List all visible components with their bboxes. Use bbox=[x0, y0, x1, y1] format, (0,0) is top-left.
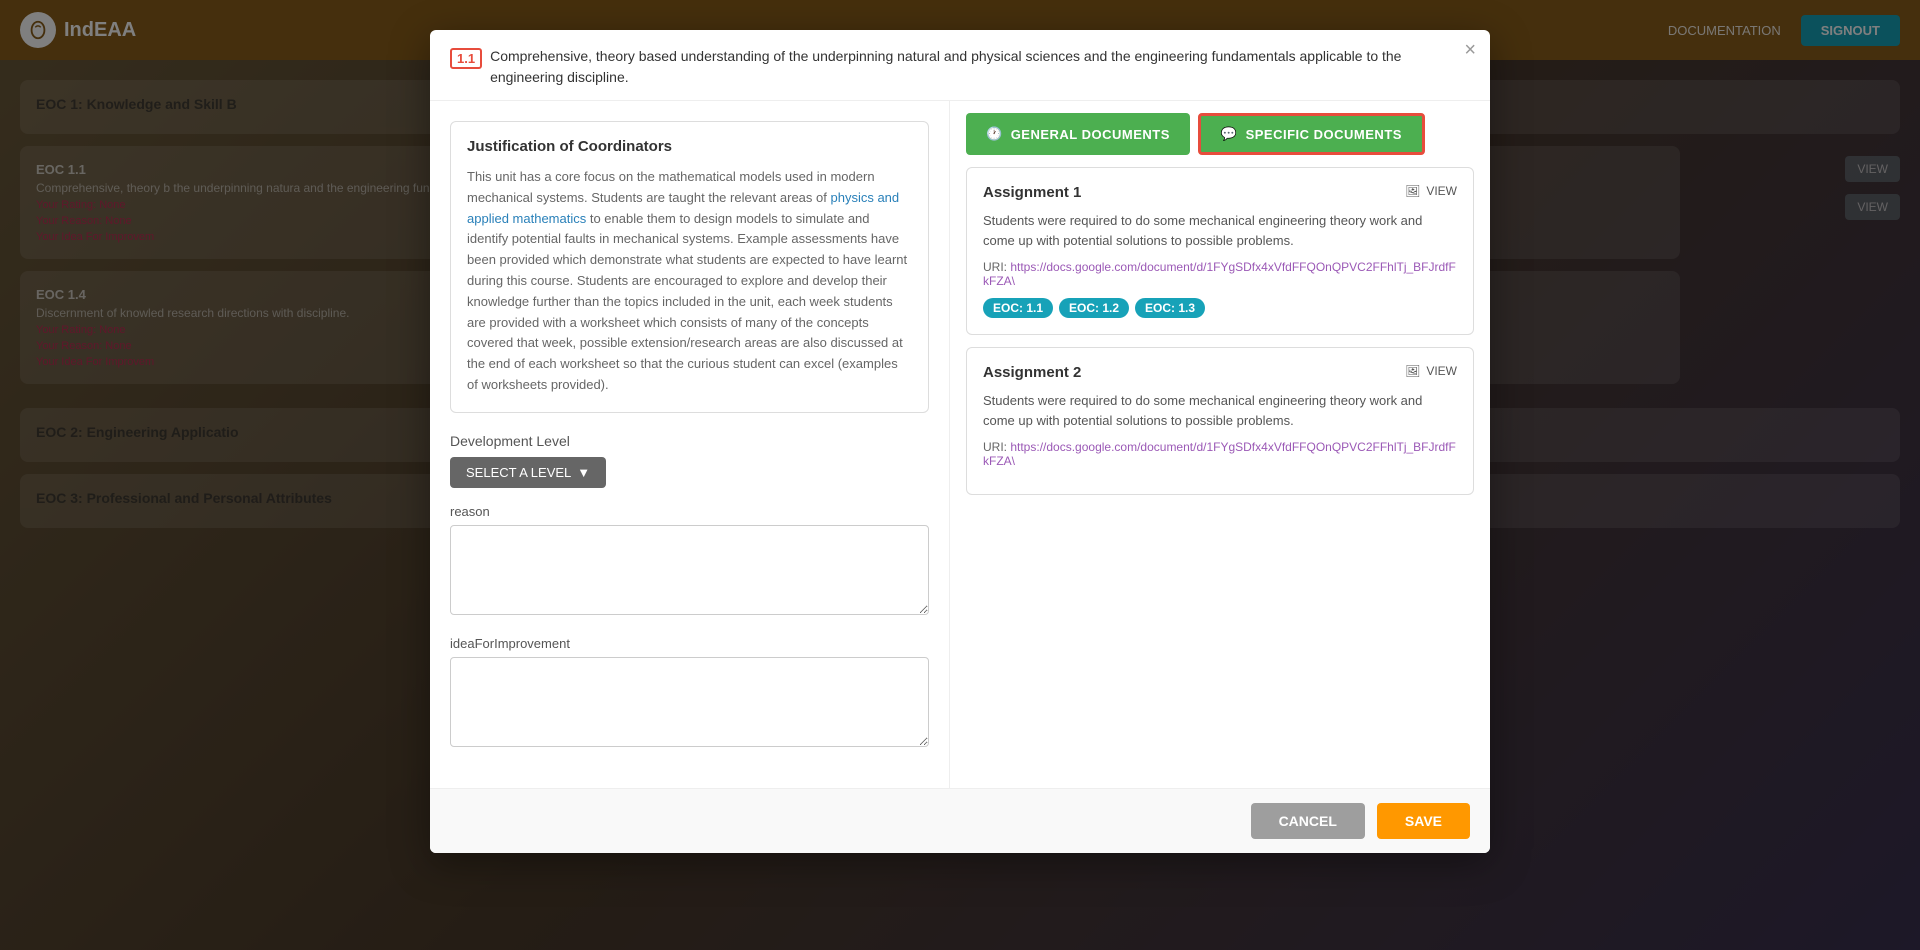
justification-text-2: to enable them to design models to simul… bbox=[467, 211, 907, 392]
specific-docs-label: SPECIFIC DOCUMENTS bbox=[1246, 127, 1402, 142]
reason-label: reason bbox=[450, 504, 929, 519]
reason-textarea[interactable] bbox=[450, 525, 929, 615]
justification-text: This unit has a core focus on the mathem… bbox=[467, 167, 912, 396]
idea-textarea[interactable] bbox=[450, 657, 929, 747]
modal-header: 1.1 Comprehensive, theory based understa… bbox=[430, 30, 1490, 101]
assignment-1-desc: Students were required to do some mechan… bbox=[983, 211, 1457, 250]
specific-docs-icon: 💬 bbox=[1221, 126, 1238, 142]
view-label-1: VIEW bbox=[1426, 184, 1457, 198]
view-icon-1: 🖼 bbox=[1405, 184, 1420, 198]
save-button[interactable]: SAVE bbox=[1377, 803, 1470, 839]
assignment-2-uri: URI: https://docs.google.com/document/d/… bbox=[983, 440, 1457, 468]
idea-section: ideaForImprovement bbox=[450, 636, 929, 752]
assignment-2-view-button[interactable]: 🖼 VIEW bbox=[1405, 364, 1457, 378]
assignment-1-title: Assignment 1 bbox=[983, 184, 1081, 201]
uri-label-1: URI: bbox=[983, 260, 1010, 274]
right-panel: 🕐 GENERAL DOCUMENTS 💬 SPECIFIC DOCUMENTS… bbox=[950, 101, 1490, 788]
left-panel: Justification of Coordinators This unit … bbox=[430, 101, 950, 788]
dev-level-section: Development Level SELECT A LEVEL ▼ bbox=[450, 433, 929, 488]
tag-eoc11: EOC: 1.1 bbox=[983, 298, 1053, 318]
view-label-2: VIEW bbox=[1426, 364, 1457, 378]
assignment-1-header: Assignment 1 🖼 VIEW bbox=[983, 184, 1457, 201]
assignment-2-header: Assignment 2 🖼 VIEW bbox=[983, 364, 1457, 381]
modal-title-row: 1.1 Comprehensive, theory based understa… bbox=[450, 46, 1470, 88]
cancel-button[interactable]: CANCEL bbox=[1251, 803, 1365, 839]
tag-eoc13: EOC: 1.3 bbox=[1135, 298, 1205, 318]
modal: 1.1 Comprehensive, theory based understa… bbox=[430, 30, 1490, 853]
select-level-button[interactable]: SELECT A LEVEL ▼ bbox=[450, 457, 606, 488]
assignment-1-tags: EOC: 1.1 EOC: 1.2 EOC: 1.3 bbox=[983, 298, 1457, 318]
specific-documents-tab[interactable]: 💬 SPECIFIC DOCUMENTS bbox=[1198, 113, 1425, 155]
assignment-1-view-button[interactable]: 🖼 VIEW bbox=[1405, 184, 1457, 198]
justification-title: Justification of Coordinators bbox=[467, 138, 912, 155]
assignment-1-link[interactable]: https://docs.google.com/document/d/1FYgS… bbox=[983, 260, 1456, 288]
general-documents-tab[interactable]: 🕐 GENERAL DOCUMENTS bbox=[966, 113, 1190, 155]
assignment-card-2: Assignment 2 🖼 VIEW Students were requir… bbox=[966, 347, 1474, 495]
view-icon-2: 🖼 bbox=[1405, 364, 1420, 378]
doc-tabs: 🕐 GENERAL DOCUMENTS 💬 SPECIFIC DOCUMENTS bbox=[950, 101, 1490, 155]
justification-card: Justification of Coordinators This unit … bbox=[450, 121, 929, 413]
modal-eoc-badge: 1.1 bbox=[450, 48, 482, 69]
general-docs-label: GENERAL DOCUMENTS bbox=[1011, 127, 1170, 142]
justification-text-1: This unit has a core focus on the mathem… bbox=[467, 169, 875, 205]
dev-level-label: Development Level bbox=[450, 433, 929, 449]
uri-label-2: URI: bbox=[983, 440, 1010, 454]
assignments-list: Assignment 1 🖼 VIEW Students were requir… bbox=[950, 155, 1490, 788]
modal-overlay: 1.1 Comprehensive, theory based understa… bbox=[0, 0, 1920, 950]
general-docs-icon: 🕐 bbox=[986, 126, 1003, 142]
idea-label: ideaForImprovement bbox=[450, 636, 929, 651]
modal-title-text: Comprehensive, theory based understandin… bbox=[490, 46, 1470, 88]
assignment-2-desc: Students were required to do some mechan… bbox=[983, 391, 1457, 430]
chevron-down-icon: ▼ bbox=[577, 465, 590, 480]
assignment-2-link[interactable]: https://docs.google.com/document/d/1FYgS… bbox=[983, 440, 1456, 468]
reason-section: reason bbox=[450, 504, 929, 620]
select-level-label: SELECT A LEVEL bbox=[466, 465, 571, 480]
assignment-card-1: Assignment 1 🖼 VIEW Students were requir… bbox=[966, 167, 1474, 335]
modal-close-button[interactable]: × bbox=[1464, 40, 1476, 60]
modal-footer: CANCEL SAVE bbox=[430, 788, 1490, 853]
assignment-2-title: Assignment 2 bbox=[983, 364, 1081, 381]
tag-eoc12: EOC: 1.2 bbox=[1059, 298, 1129, 318]
assignment-1-uri: URI: https://docs.google.com/document/d/… bbox=[983, 260, 1457, 288]
modal-body: Justification of Coordinators This unit … bbox=[430, 101, 1490, 788]
